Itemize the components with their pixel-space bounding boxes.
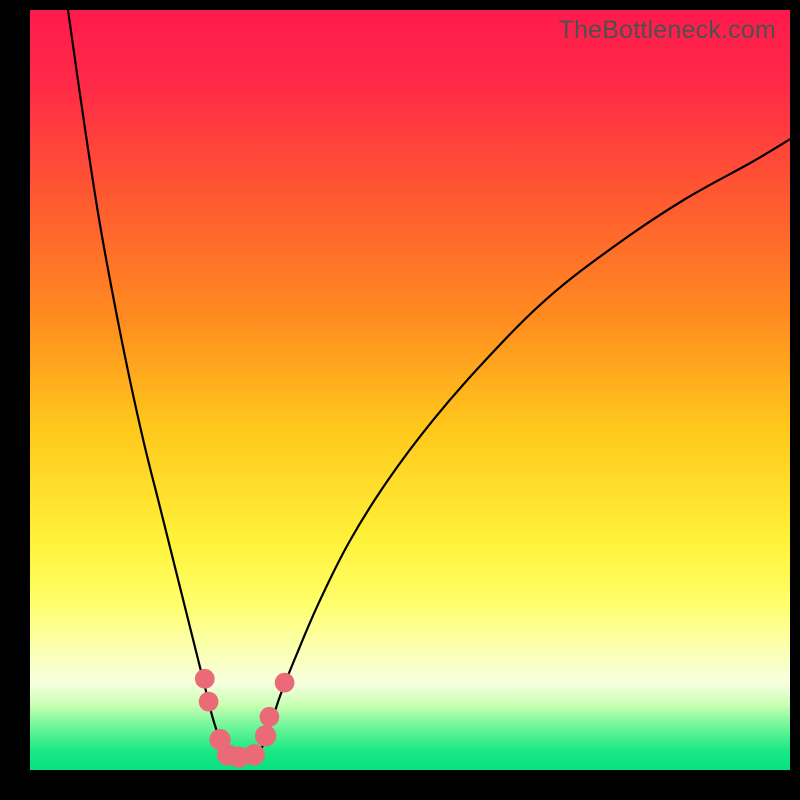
left-branch-path <box>68 10 228 755</box>
data-marker <box>199 692 219 712</box>
data-marker <box>244 744 265 765</box>
marker-group <box>195 669 295 768</box>
data-marker <box>195 669 215 689</box>
data-marker <box>260 707 280 727</box>
data-marker <box>255 725 276 746</box>
data-marker <box>275 673 295 693</box>
watermark-label: TheBottleneck.com <box>559 16 776 45</box>
chart-frame: TheBottleneck.com <box>0 0 800 800</box>
plot-area: TheBottleneck.com <box>30 10 790 770</box>
right-branch-path <box>258 139 790 755</box>
curve-layer <box>30 10 790 770</box>
